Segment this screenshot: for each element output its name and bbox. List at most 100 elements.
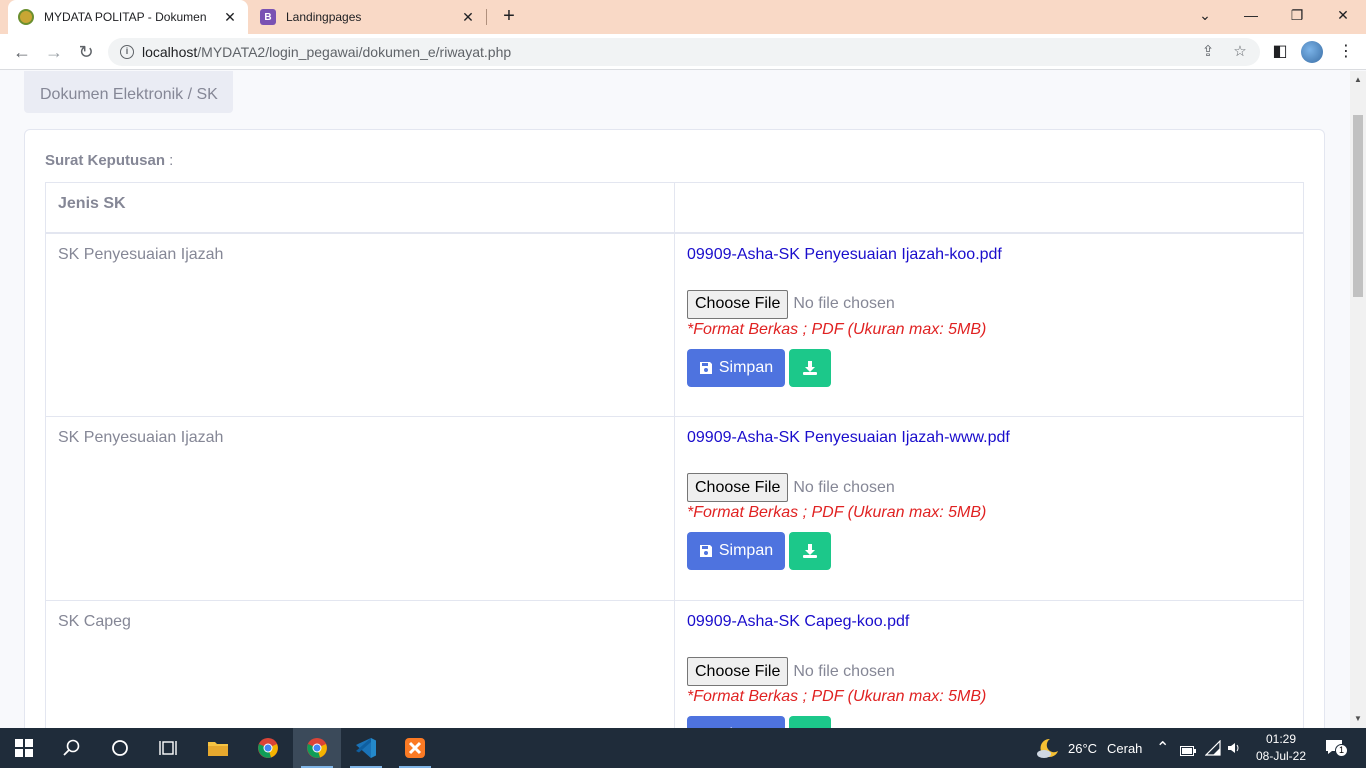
vscode-icon[interactable]	[342, 728, 390, 768]
clock-date: 08-Jul-22	[1255, 749, 1307, 763]
file-input[interactable]: Choose File No file chosen	[687, 289, 1291, 319]
weather-moon-icon[interactable]	[1036, 737, 1060, 764]
forward-icon[interactable]: →	[42, 40, 66, 64]
sk-table: Jenis SK SK Penyesuaian Ijazah 09909-Ash…	[45, 182, 1304, 728]
save-label: Simpan	[718, 542, 774, 559]
table-row: SK Capeg 09909-Asha-SK Capeg-koo.pdf Cho…	[45, 600, 1304, 728]
page-viewport: Dokumen Elektronik / SK Surat Keputusan …	[0, 71, 1350, 728]
search-icon[interactable]	[48, 728, 96, 768]
save-button[interactable]: Simpan	[687, 716, 785, 728]
address-bar[interactable]: i localhost/MYDATA2/login_pegawai/dokume…	[108, 38, 1260, 66]
tab-title: Landingpages	[286, 10, 362, 24]
notification-count: 1	[1335, 744, 1348, 757]
page-scrollbar[interactable]: ▲ ▼	[1350, 71, 1366, 728]
taskbar: 26°C Cerah ⌃ 01:29 08-Jul-22 1	[0, 728, 1366, 768]
section-label-text: Surat Keputusan	[45, 152, 166, 169]
breadcrumb: Dokumen Elektronik / SK	[24, 71, 233, 113]
format-note: *Format Berkas ; PDF (Ukuran max: 5MB)	[687, 320, 987, 338]
floppy-disk-icon	[699, 545, 712, 557]
back-icon[interactable]: ←	[10, 40, 34, 64]
tab-mydata[interactable]: MYDATA POLITAP - Dokumen ✕	[8, 0, 248, 34]
download-button[interactable]	[789, 716, 831, 728]
wifi-icon[interactable]	[1204, 739, 1221, 761]
url-path: /MYDATA2/login_pegawai/dokumen_e/riwayat…	[197, 44, 512, 60]
chrome-profile-icon[interactable]	[293, 728, 341, 768]
share-icon[interactable]: ⇪	[1194, 38, 1222, 66]
clock-time: 01:29	[1265, 732, 1297, 746]
save-button[interactable]: Simpan	[687, 348, 785, 387]
bookmark-star-icon[interactable]: ☆	[1226, 38, 1254, 66]
reload-icon[interactable]: ↻	[74, 40, 98, 64]
jenis-sk-cell: SK Penyesuaian Ijazah	[45, 416, 675, 601]
jenis-sk-cell: SK Capeg	[45, 600, 675, 728]
file-link[interactable]: 09909-Asha-SK Penyesuaian Ijazah-www.pdf	[687, 429, 1010, 446]
tab-search-icon[interactable]: ⌄	[1182, 0, 1228, 30]
scroll-thumb[interactable]	[1353, 115, 1363, 297]
close-tab-icon[interactable]: ✕	[222, 9, 238, 26]
windows-start-icon[interactable]	[0, 728, 48, 768]
browser-toolbar: ← → ↻ i localhost/MYDATA2/login_pegawai/…	[0, 34, 1366, 70]
no-file-label: No file chosen	[793, 295, 895, 312]
tab-landingpages[interactable]: B Landingpages ✕	[250, 0, 486, 34]
download-icon	[803, 360, 817, 375]
volume-icon[interactable]	[1226, 740, 1242, 761]
file-link[interactable]: 09909-Asha-SK Capeg-koo.pdf	[687, 613, 909, 630]
save-button[interactable]: Simpan	[687, 532, 785, 570]
restore-button[interactable]: ❐	[1274, 0, 1320, 30]
side-panel-icon[interactable]: ◧	[1268, 40, 1292, 64]
weather-desc[interactable]: Cerah	[1107, 741, 1142, 756]
choose-file-button[interactable]: Choose File	[687, 473, 789, 502]
politap-logo-icon	[18, 9, 34, 25]
section-label-colon: :	[165, 152, 174, 169]
profile-avatar[interactable]	[1301, 41, 1323, 63]
close-tab-icon[interactable]: ✕	[460, 9, 476, 26]
table-header-row: Jenis SK	[45, 182, 1304, 234]
choose-file-button[interactable]: Choose File	[687, 289, 789, 319]
format-note: *Format Berkas ; PDF (Ukuran max: 5MB)	[687, 688, 987, 705]
close-window-button[interactable]: ✕	[1320, 0, 1366, 30]
tab-title: MYDATA POLITAP - Dokumen	[44, 10, 207, 24]
bootstrap-icon: B	[260, 9, 276, 25]
clock[interactable]: 01:29 08-Jul-22	[1246, 731, 1316, 765]
file-input[interactable]: Choose File No file chosen	[687, 657, 1291, 686]
scroll-down-icon[interactable]: ▼	[1350, 712, 1366, 726]
url-host: localhost	[142, 44, 198, 60]
weather-temp[interactable]: 26°C	[1068, 741, 1097, 756]
sk-card: Surat Keputusan : Jenis SK SK Penyesuaia…	[24, 129, 1325, 728]
save-label: Simpan	[718, 358, 774, 376]
task-view-icon[interactable]	[144, 728, 192, 768]
file-cell: 09909-Asha-SK Penyesuaian Ijazah-www.pdf…	[674, 416, 1304, 601]
no-file-label: No file chosen	[793, 478, 895, 496]
chevron-up-icon[interactable]: ⌃	[1156, 738, 1169, 758]
header-file	[674, 182, 1304, 234]
battery-icon[interactable]	[1180, 743, 1196, 761]
site-info-icon[interactable]: i	[120, 45, 134, 59]
file-cell: 09909-Asha-SK Capeg-koo.pdf Choose File …	[674, 600, 1304, 728]
menu-kebab-icon[interactable]: ⋮	[1334, 40, 1358, 64]
jenis-sk-cell: SK Penyesuaian Ijazah	[45, 232, 675, 417]
minimize-button[interactable]: —	[1228, 0, 1274, 30]
section-label: Surat Keputusan :	[45, 152, 173, 169]
download-button[interactable]	[789, 348, 831, 387]
scroll-up-icon[interactable]: ▲	[1350, 73, 1366, 87]
no-file-label: No file chosen	[793, 662, 895, 680]
notification-icon[interactable]: 1	[1325, 738, 1348, 763]
browser-tabstrip: MYDATA POLITAP - Dokumen ✕ B Landingpage…	[0, 0, 1366, 34]
download-icon	[803, 544, 817, 558]
chrome-icon[interactable]	[244, 728, 292, 768]
file-input[interactable]: Choose File No file chosen	[687, 473, 1291, 502]
format-note: *Format Berkas ; PDF (Ukuran max: 5MB)	[687, 504, 987, 521]
file-cell: 09909-Asha-SK Penyesuaian Ijazah-koo.pdf…	[674, 232, 1304, 417]
file-link[interactable]: 09909-Asha-SK Penyesuaian Ijazah-koo.pdf	[687, 246, 1002, 263]
table-row: SK Penyesuaian Ijazah 09909-Asha-SK Peny…	[45, 416, 1304, 601]
cortana-icon[interactable]	[96, 728, 144, 768]
floppy-disk-icon	[699, 361, 712, 374]
choose-file-button[interactable]: Choose File	[687, 657, 789, 686]
table-row: SK Penyesuaian Ijazah 09909-Asha-SK Peny…	[45, 232, 1304, 417]
tab-divider	[486, 9, 487, 25]
xampp-icon[interactable]	[391, 728, 439, 768]
new-tab-button[interactable]: +	[498, 5, 520, 27]
header-jenis-sk: Jenis SK	[45, 182, 675, 234]
download-button[interactable]	[789, 532, 831, 570]
file-explorer-icon[interactable]	[194, 728, 242, 768]
